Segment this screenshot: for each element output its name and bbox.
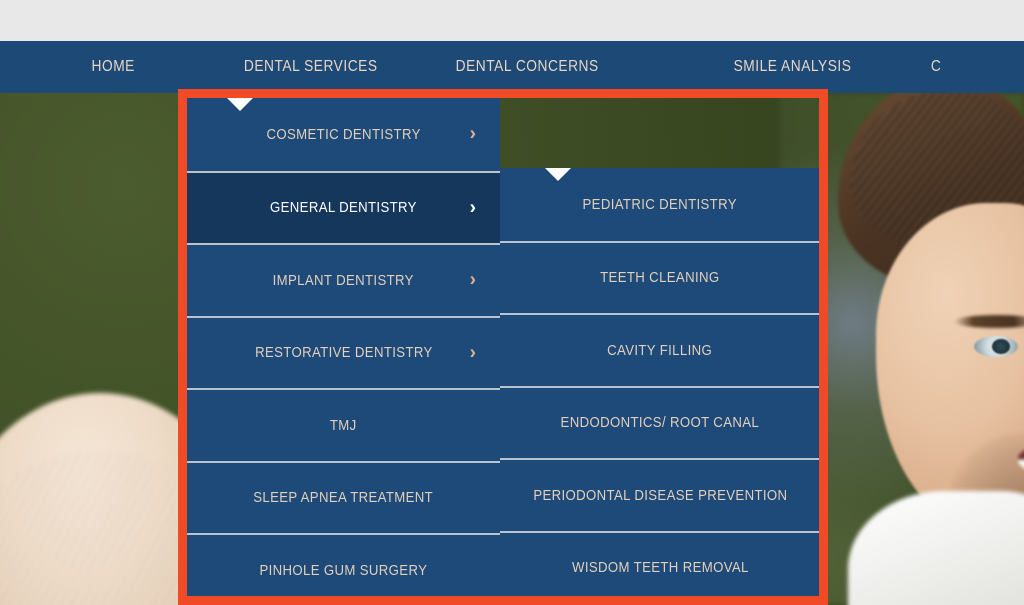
menu-item-label: TMJ: [330, 416, 357, 434]
dental-services-dropdown-column-1: COSMETIC DENTISTRY › GENERAL DENTISTRY ›…: [187, 98, 500, 605]
chevron-right-icon: ›: [469, 269, 476, 291]
caret-down-icon-column-1: [227, 98, 253, 111]
menu-item-label: PEDIATRIC DENTISTRY: [582, 195, 738, 213]
nav-slot-contact-truncated: C: [926, 58, 1024, 76]
menu-item-label: WISDOM TEETH REMOVAL: [571, 559, 749, 577]
nav-slot-dental-services: DENTAL SERVICES: [227, 58, 394, 76]
caret-down-icon-column-2: [545, 168, 571, 181]
menu-item-sleep-apnea-treatment[interactable]: SLEEP APNEA TREATMENT: [187, 460, 500, 533]
page-top-strip: [0, 0, 1024, 41]
man-eye: [974, 336, 1018, 357]
nav-slot-smile-analysis: SMILE ANALYSIS: [660, 58, 926, 76]
chevron-right-icon: ›: [469, 342, 476, 364]
general-dentistry-submenu-column-2: PEDIATRIC DENTISTRY TEETH CLEANING CAVIT…: [500, 168, 820, 603]
menu-item-label: TEETH CLEANING: [600, 269, 720, 287]
menu-item-pinhole-gum-surgery[interactable]: PINHOLE GUM SURGERY: [187, 533, 500, 605]
nav-slot-dental-concerns: DENTAL CONCERNS: [394, 58, 660, 76]
menu-item-label: PINHOLE GUM SURGERY: [259, 561, 428, 579]
menu-item-label: PERIODONTAL DISEASE PREVENTION: [532, 486, 788, 504]
chevron-right-icon: ›: [469, 123, 476, 145]
menu-item-general-dentistry[interactable]: GENERAL DENTISTRY ›: [187, 170, 500, 243]
primary-navigation: HOME DENTAL SERVICES DENTAL CONCERNS SMI…: [0, 41, 1024, 93]
menu-item-label: ENDODONTICS/ ROOT CANAL: [560, 414, 760, 432]
nav-item-smile-analysis[interactable]: SMILE ANALYSIS: [734, 58, 852, 76]
chevron-right-icon: ›: [469, 197, 476, 219]
menu-item-label: RESTORATIVE DENTISTRY: [254, 344, 433, 362]
smiling-man-photo: [828, 93, 1024, 605]
menu-item-label: IMPLANT DENTISTRY: [272, 271, 415, 289]
menu-item-implant-dentistry[interactable]: IMPLANT DENTISTRY ›: [187, 243, 500, 316]
menu-item-label: GENERAL DENTISTRY: [270, 199, 417, 217]
menu-item-restorative-dentistry[interactable]: RESTORATIVE DENTISTRY ›: [187, 315, 500, 388]
menu-item-wisdom-teeth-removal[interactable]: WISDOM TEETH REMOVAL: [500, 530, 820, 603]
menu-item-label: COSMETIC DENTISTRY: [266, 125, 421, 143]
menu-item-label: CAVITY FILLING: [607, 341, 713, 359]
nav-slot-home: HOME: [0, 58, 227, 76]
nav-item-dental-concerns[interactable]: DENTAL CONCERNS: [455, 58, 598, 76]
menu-item-cavity-filling[interactable]: CAVITY FILLING: [500, 313, 820, 386]
menu-item-periodontal-disease-prevention[interactable]: PERIODONTAL DISEASE PREVENTION: [500, 458, 820, 531]
menu-item-endodontics-root-canal[interactable]: ENDODONTICS/ ROOT CANAL: [500, 385, 820, 458]
nav-item-contact[interactable]: C: [931, 58, 941, 76]
man-shirt: [848, 491, 1024, 605]
nav-item-home[interactable]: HOME: [92, 58, 135, 76]
menu-item-teeth-cleaning[interactable]: TEETH CLEANING: [500, 240, 820, 313]
nav-item-dental-services[interactable]: DENTAL SERVICES: [244, 58, 378, 76]
menu-item-label: SLEEP APNEA TREATMENT: [253, 489, 434, 507]
menu-item-tmj[interactable]: TMJ: [187, 388, 500, 461]
